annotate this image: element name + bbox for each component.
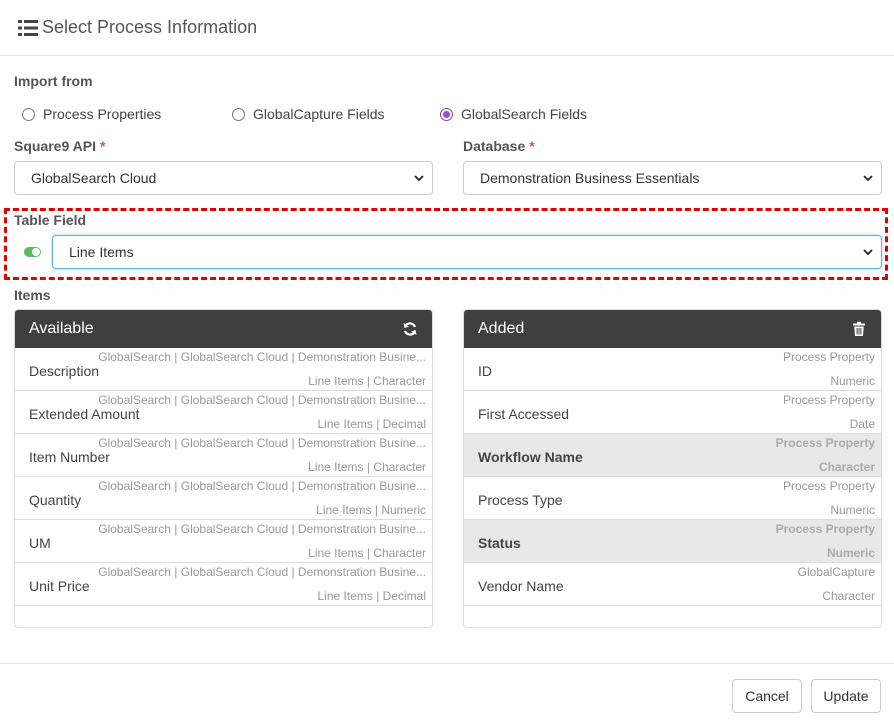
radio-label: GlobalSearch Fields: [461, 106, 588, 122]
import-from-label: Import from: [14, 73, 93, 89]
required-asterisk: *: [529, 138, 535, 154]
database-select-value: Demonstration Business Essentials: [480, 170, 700, 186]
added-panel: Added Process Property ID Numeric Proces…: [463, 309, 882, 628]
added-item-row-selected[interactable]: Process Property Workflow Name Character: [464, 434, 881, 477]
item-name: Workflow Name: [478, 449, 583, 465]
item-source: GlobalSearch | GlobalSearch Cloud | Demo…: [98, 436, 426, 450]
radio-globalsearch-fields[interactable]: GlobalSearch Fields: [440, 106, 587, 122]
database-label: Database *: [463, 138, 535, 154]
available-panel: Available GlobalSearch | GlobalSearch Cl…: [14, 309, 433, 628]
item-type: Line Items | Character: [308, 374, 426, 388]
item-source: GlobalSearch | GlobalSearch Cloud | Demo…: [98, 522, 426, 536]
list-icon: [18, 19, 38, 36]
item-type: Line Items | Character: [308, 460, 426, 474]
item-name: UM: [29, 535, 51, 551]
dialog-title: Select Process Information: [42, 17, 258, 37]
update-button[interactable]: Update: [811, 679, 881, 713]
radio-circle[interactable]: [22, 107, 35, 121]
available-item-row[interactable]: GlobalSearch | GlobalSearch Cloud | Demo…: [15, 348, 432, 391]
available-item-row[interactable]: GlobalSearch | GlobalSearch Cloud | Demo…: [15, 477, 432, 520]
item-type: Character: [822, 589, 875, 603]
item-source: GlobalSearch | GlobalSearch Cloud | Demo…: [98, 479, 426, 493]
api-label-text: Square9 API: [14, 138, 96, 154]
chevron-down-icon: [863, 249, 873, 256]
item-source: GlobalSearch | GlobalSearch Cloud | Demo…: [98, 565, 426, 579]
available-item-row[interactable]: GlobalSearch | GlobalSearch Cloud | Demo…: [15, 563, 432, 606]
api-select[interactable]: GlobalSearch Cloud: [14, 161, 433, 195]
dialog-header: Select Process Information: [0, 0, 894, 56]
available-item-row[interactable]: GlobalSearch | GlobalSearch Cloud | Demo…: [15, 391, 432, 434]
item-source: Process Property: [782, 393, 875, 407]
required-asterisk: *: [99, 138, 106, 154]
cancel-button[interactable]: Cancel: [732, 679, 802, 713]
item-name: Vendor Name: [478, 578, 564, 594]
refresh-icon[interactable]: [402, 321, 418, 337]
radio-circle[interactable]: [232, 107, 245, 121]
item-name: First Accessed: [478, 406, 570, 422]
available-item-row[interactable]: GlobalSearch | GlobalSearch Cloud | Demo…: [15, 434, 432, 477]
added-item-row[interactable]: GlobalCapture Vendor Name Character: [464, 563, 881, 606]
item-type: Line Items | Numeric: [316, 503, 426, 517]
item-type: Line Items | Character: [308, 546, 426, 560]
table-field-select[interactable]: Line Items: [52, 235, 882, 269]
item-type: Numeric: [830, 374, 875, 388]
chevron-down-icon: [863, 175, 873, 182]
available-title: Available: [29, 320, 94, 337]
chevron-down-icon: [414, 175, 424, 182]
item-name: Status: [478, 535, 521, 551]
radio-label: GlobalCapture Fields: [253, 106, 385, 122]
added-title: Added: [478, 320, 525, 337]
item-type: Character: [818, 460, 875, 474]
item-source: GlobalSearch | GlobalSearch Cloud | Demo…: [98, 393, 426, 407]
item-name: Process Type: [478, 492, 563, 508]
added-item-row[interactable]: Process Property First Accessed Date: [464, 391, 881, 434]
added-item-row-selected[interactable]: Process Property Status Numeric: [464, 520, 881, 563]
available-item-row[interactable]: GlobalSearch | GlobalSearch Cloud | Demo…: [15, 520, 432, 563]
added-panel-header: Added: [464, 310, 881, 348]
radio-globalcapture-fields[interactable]: GlobalCapture Fields: [232, 106, 385, 122]
added-item-row[interactable]: Process Property Process Type Numeric: [464, 477, 881, 520]
item-name: Quantity: [29, 492, 82, 508]
item-source: Process Property: [782, 350, 875, 364]
item-type: Date: [849, 417, 875, 431]
item-type: Numeric: [826, 546, 875, 560]
item-name: Unit Price: [29, 578, 90, 594]
item-type: Line Items | Decimal: [317, 417, 427, 431]
table-field-toggle[interactable]: [24, 247, 41, 257]
item-source: Process Property: [775, 436, 875, 450]
database-label-text: Database: [463, 138, 526, 154]
api-select-value: GlobalSearch Cloud: [31, 170, 157, 186]
radio-process-properties[interactable]: Process Properties: [22, 106, 161, 122]
items-label: Items: [14, 287, 51, 303]
item-source: GlobalSearch | GlobalSearch Cloud | Demo…: [98, 350, 426, 364]
item-type: Numeric: [830, 503, 875, 517]
table-field-select-value: Line Items: [69, 244, 134, 260]
available-panel-header: Available: [15, 310, 432, 348]
radio-label: Process Properties: [43, 106, 162, 122]
item-source: Process Property: [782, 479, 875, 493]
item-source: GlobalCapture: [797, 565, 875, 579]
radio-circle-checked[interactable]: [440, 107, 453, 121]
api-label: Square9 API *: [14, 138, 105, 154]
item-name: ID: [478, 363, 492, 379]
trash-icon[interactable]: [851, 321, 867, 337]
item-source: Process Property: [775, 522, 875, 536]
item-name: Description: [29, 363, 100, 379]
database-select[interactable]: Demonstration Business Essentials: [463, 161, 882, 195]
added-item-row[interactable]: Process Property ID Numeric: [464, 348, 881, 391]
item-name: Item Number: [29, 449, 110, 465]
table-field-label: Table Field: [14, 212, 87, 228]
item-name: Extended Amount: [29, 406, 140, 422]
item-type: Line Items | Decimal: [317, 589, 427, 603]
